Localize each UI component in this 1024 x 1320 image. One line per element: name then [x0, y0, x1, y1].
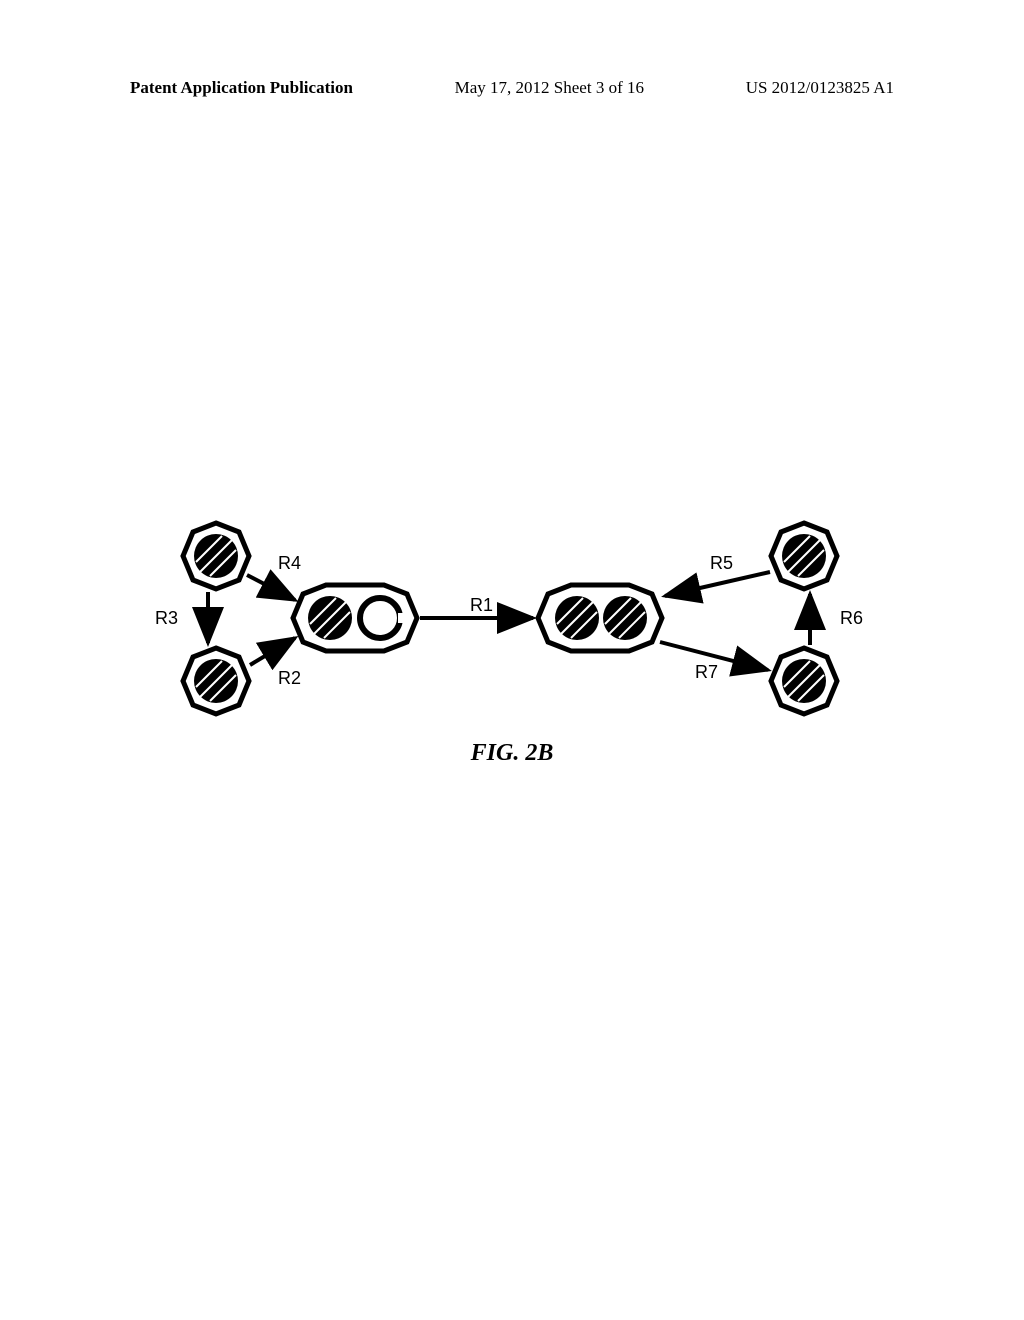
publication-type: Patent Application Publication [130, 78, 353, 98]
label-r6: R6 [840, 608, 863, 629]
label-r7: R7 [695, 662, 718, 683]
date-sheet-info: May 17, 2012 Sheet 3 of 16 [455, 78, 644, 98]
publication-number: US 2012/0123825 A1 [746, 78, 894, 98]
figure-caption: FIG. 2B [0, 740, 1024, 767]
label-r2: R2 [278, 668, 301, 689]
figure-2b-diagram: R1 R2 R3 R4 R5 R6 R7 [150, 520, 870, 720]
label-r3: R3 [155, 608, 178, 629]
label-r4: R4 [278, 553, 301, 574]
page-header: Patent Application Publication May 17, 2… [0, 78, 1024, 98]
label-r5: R5 [710, 553, 733, 574]
label-r1: R1 [470, 595, 493, 616]
arrows-layer [150, 520, 870, 720]
